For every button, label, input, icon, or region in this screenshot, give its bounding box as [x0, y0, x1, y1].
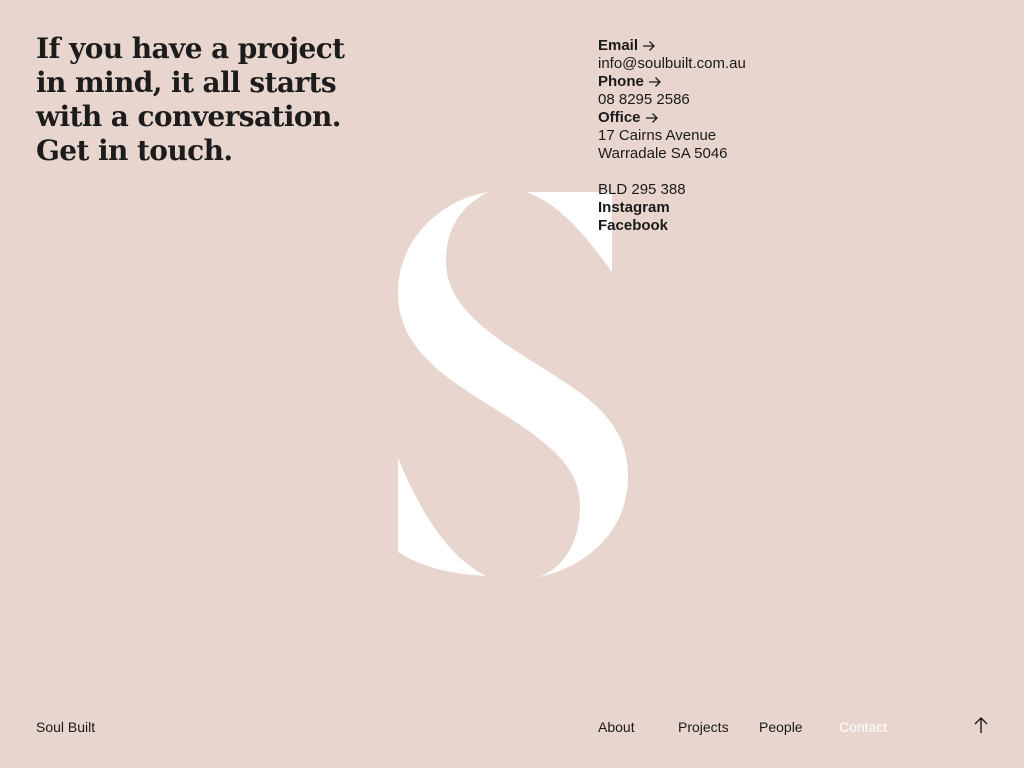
- nav-contact[interactable]: Contact: [839, 718, 887, 736]
- nav-people[interactable]: People: [759, 718, 803, 736]
- office-address-line2: Warradale SA 5046: [598, 145, 728, 162]
- nav-about[interactable]: About: [598, 718, 635, 736]
- phone-label: Phone: [598, 73, 644, 90]
- email-link[interactable]: Email: [598, 37, 656, 55]
- contact-details: Email info@soulbuilt.com.au Phone 08 829…: [598, 37, 918, 235]
- instagram-link[interactable]: Instagram: [598, 199, 918, 217]
- page-headline: If you have a project in mind, it all st…: [36, 32, 345, 167]
- phone-link[interactable]: Phone: [598, 73, 662, 91]
- nav-projects[interactable]: Projects: [678, 718, 729, 736]
- phone-group: Phone 08 8295 2586: [598, 73, 918, 109]
- office-label: Office: [598, 109, 641, 126]
- social-links: Instagram Facebook: [598, 199, 918, 235]
- arrow-right-icon: [648, 77, 661, 87]
- email-value[interactable]: info@soulbuilt.com.au: [598, 55, 918, 73]
- office-group: Office 17 Cairns Avenue Warradale SA 504…: [598, 109, 918, 163]
- footer-brand[interactable]: Soul Built: [36, 718, 95, 736]
- email-group: Email info@soulbuilt.com.au: [598, 37, 918, 73]
- office-link[interactable]: Office: [598, 109, 659, 127]
- s-monogram-logo: [398, 192, 628, 578]
- email-label: Email: [598, 37, 639, 54]
- facebook-link[interactable]: Facebook: [598, 217, 918, 235]
- arrow-right-icon: [643, 41, 655, 51]
- phone-value[interactable]: 08 8295 2586: [598, 91, 918, 109]
- arrow-up-icon[interactable]: [970, 714, 992, 736]
- arrow-right-icon: [645, 113, 658, 123]
- builder-licence: BLD 295 388: [598, 181, 686, 198]
- office-address-line1: 17 Cairns Avenue: [598, 127, 717, 144]
